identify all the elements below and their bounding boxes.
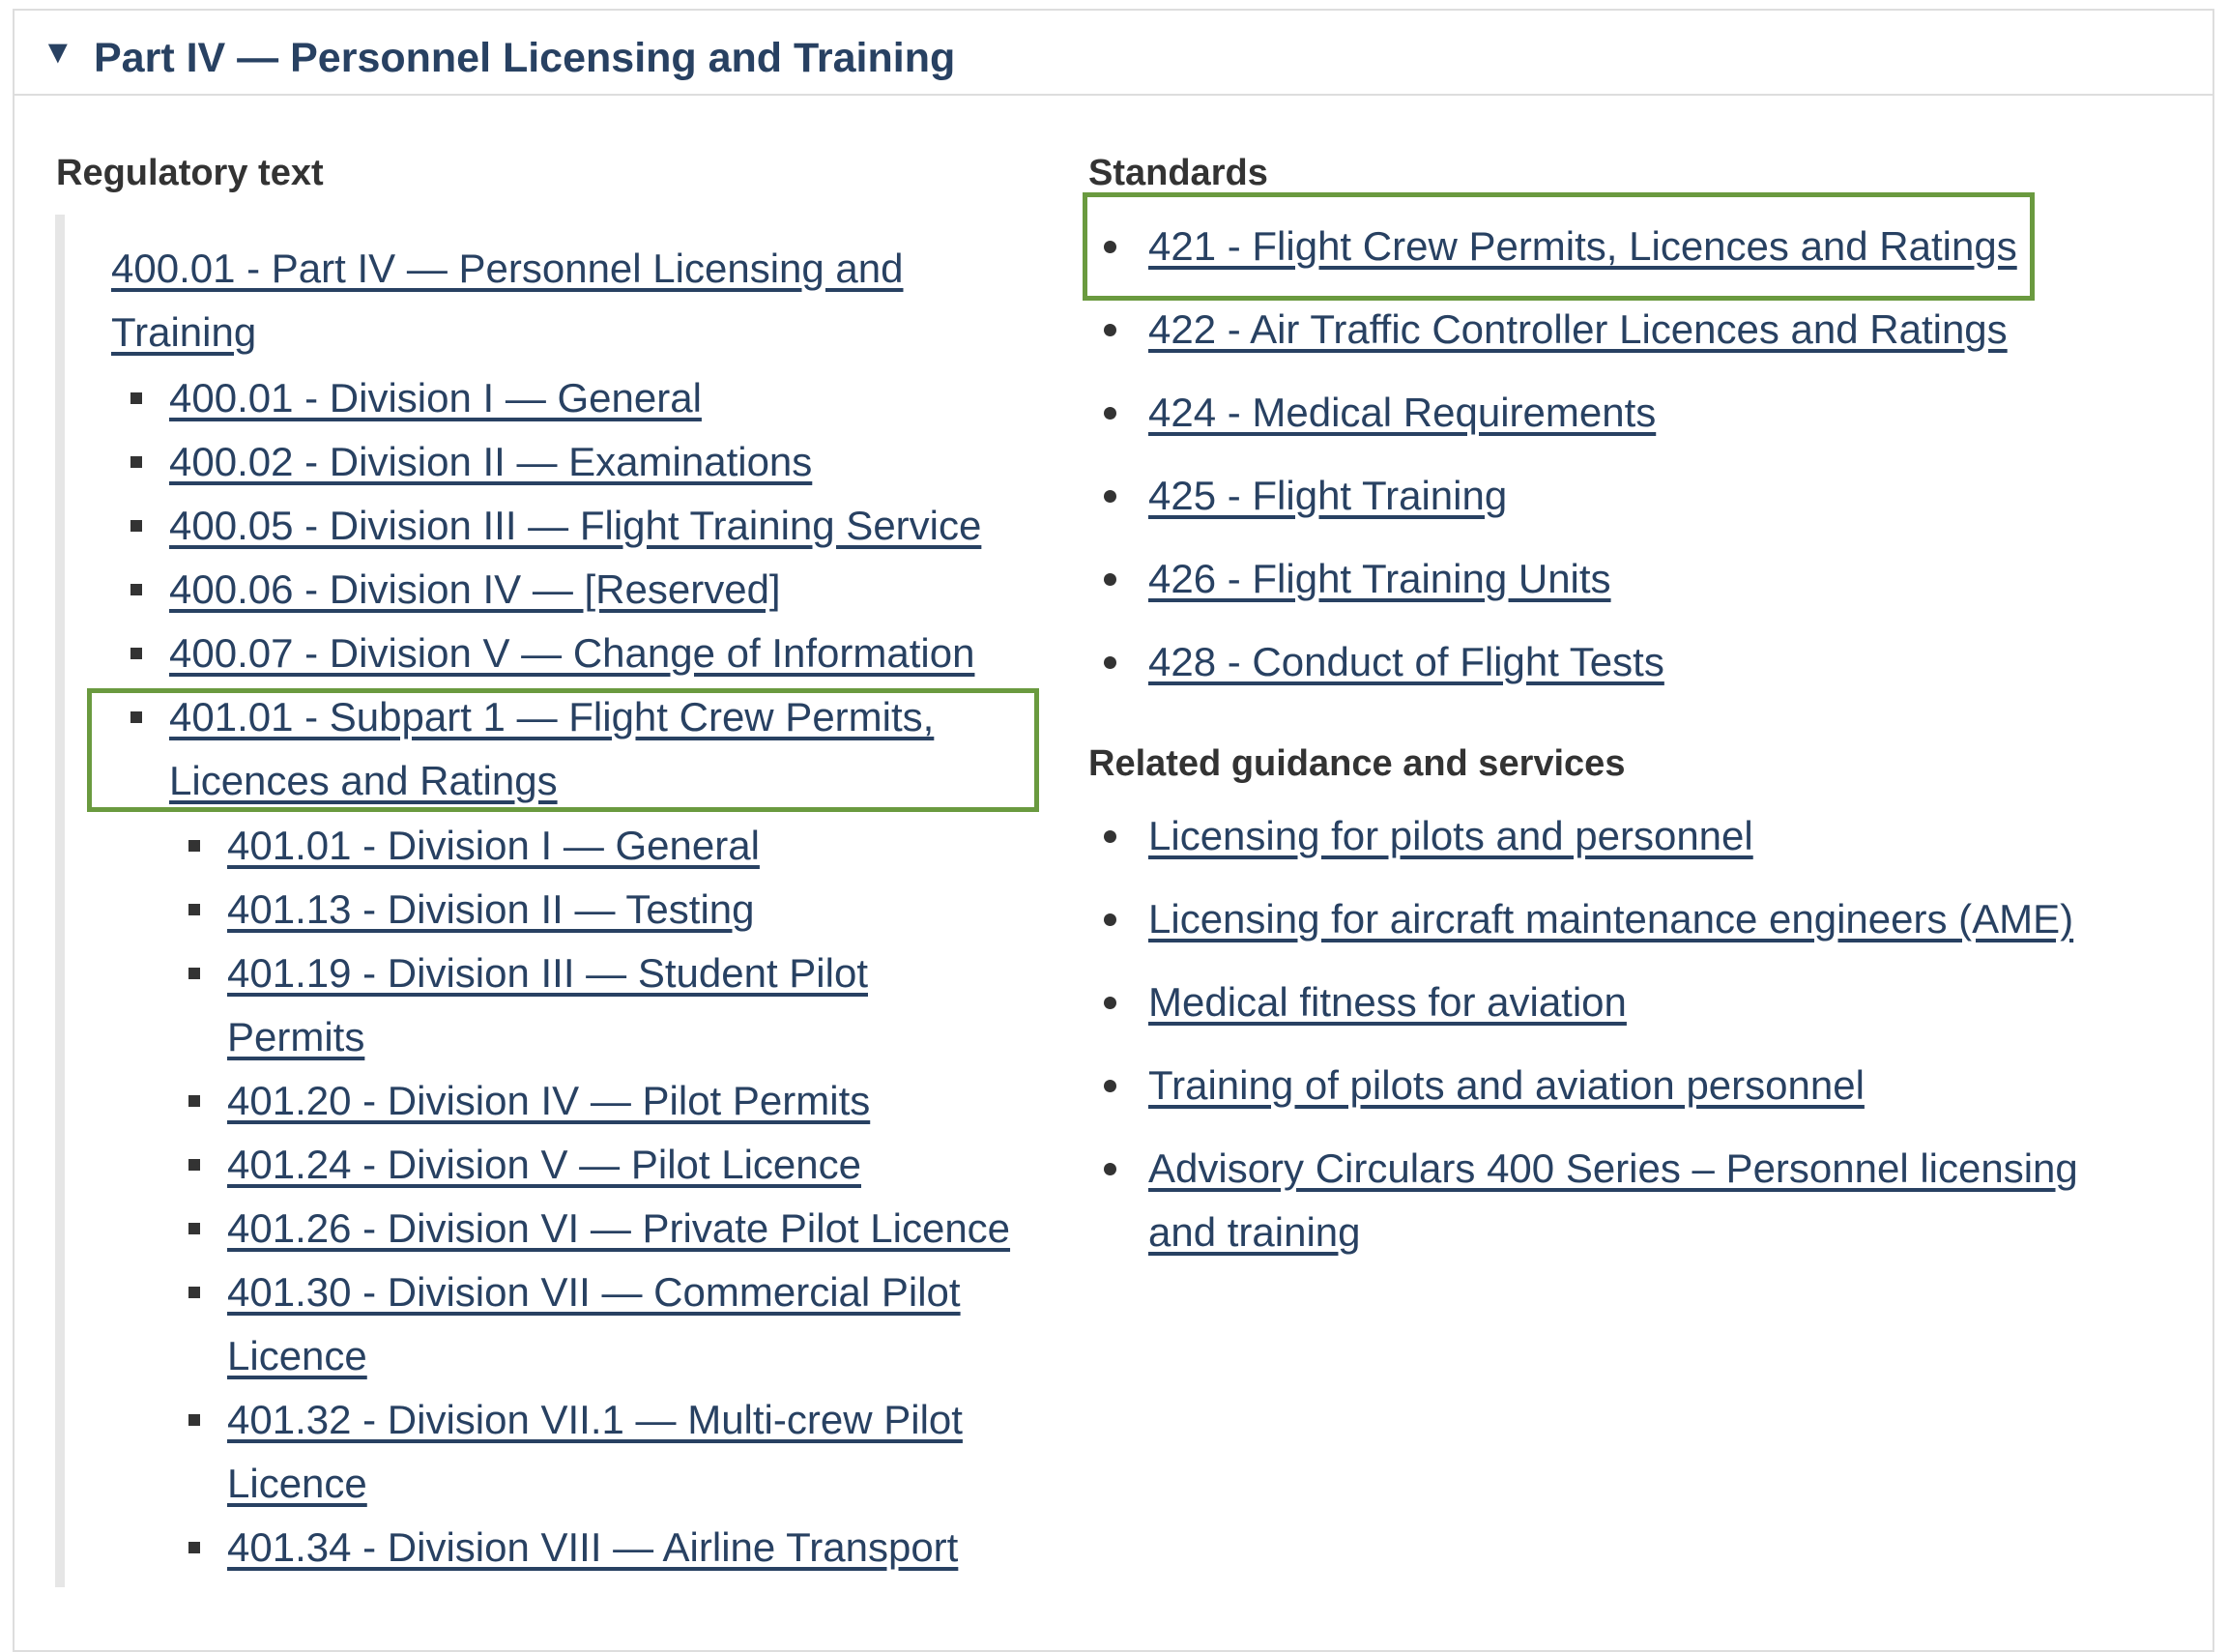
regulatory-link[interactable]: 401.13 - Division II — Testing bbox=[227, 886, 755, 932]
regulatory-link[interactable]: 401.19 - Division III — Student Pilot Pe… bbox=[227, 950, 868, 1059]
regulatory-link[interactable]: 400.07 - Division V — Change of Informat… bbox=[169, 630, 974, 676]
standards-link[interactable]: 426 - Flight Training Units bbox=[1148, 556, 1611, 601]
regulatory-link[interactable]: 401.34 - Division VIII — Airline Transpo… bbox=[227, 1524, 958, 1570]
square-bullet-icon bbox=[188, 1159, 200, 1171]
regulatory-text-heading: Regulatory text bbox=[56, 153, 324, 193]
guidance-link[interactable]: Medical fitness for aviation bbox=[1148, 979, 1627, 1025]
regulatory-list-item: 401.13 - Division II — Testing bbox=[227, 878, 1290, 942]
standards-list-item: 424 - Medical Requirements bbox=[1148, 381, 2192, 445]
guidance-link[interactable]: Training of pilots and aviation personne… bbox=[1148, 1062, 1865, 1108]
square-bullet-icon bbox=[130, 520, 142, 532]
accordion-title[interactable]: Part IV — Personnel Licensing and Traini… bbox=[94, 32, 955, 84]
standards-link[interactable]: 424 - Medical Requirements bbox=[1148, 390, 1656, 435]
guidance-list-item: Medical fitness for aviation bbox=[1148, 971, 2192, 1034]
regulatory-link[interactable]: 400.01 - Division I — General bbox=[169, 375, 702, 420]
square-bullet-icon bbox=[130, 456, 142, 468]
regulatory-link[interactable]: 401.20 - Division IV — Pilot Permits bbox=[227, 1078, 870, 1123]
square-bullet-icon bbox=[188, 1095, 200, 1107]
standards-list-item: 428 - Conduct of Flight Tests bbox=[1148, 630, 2192, 694]
regulatory-link[interactable]: 400.06 - Division IV — [Reserved] bbox=[169, 566, 781, 612]
regulatory-list-item: 401.30 - Division VII — Commercial Pilot… bbox=[227, 1261, 1000, 1388]
guidance-link[interactable]: Licensing for pilots and personnel bbox=[1148, 813, 1753, 858]
standards-list-item: 426 - Flight Training Units bbox=[1148, 547, 2192, 611]
disc-bullet-icon bbox=[1104, 490, 1116, 503]
regulatory-link[interactable]: 400.05 - Division III — Flight Training … bbox=[169, 503, 981, 548]
regulatory-list-item: 400.02 - Division II — Examinations bbox=[169, 430, 1232, 494]
guidance-link[interactable]: Licensing for aircraft maintenance engin… bbox=[1148, 896, 2073, 942]
regulatory-list-item: 401.19 - Division III — Student Pilot Pe… bbox=[227, 942, 962, 1069]
guidance-list-item: Licensing for aircraft maintenance engin… bbox=[1148, 887, 2192, 951]
disc-bullet-icon bbox=[1104, 407, 1116, 420]
disc-bullet-icon bbox=[1104, 573, 1116, 586]
regulatory-list-item: 401.26 - Division VI — Private Pilot Lic… bbox=[227, 1197, 1290, 1261]
standards-list-item: 422 - Air Traffic Controller Licences an… bbox=[1148, 298, 2192, 362]
highlight-box-standard-421 bbox=[1083, 192, 2035, 301]
regulatory-indent-bar bbox=[55, 215, 65, 1587]
disc-bullet-icon bbox=[1104, 1080, 1116, 1092]
highlight-box-subpart-1 bbox=[87, 688, 1039, 812]
related-guidance-heading: Related guidance and services bbox=[1088, 743, 1626, 784]
regulatory-list-item: 401.34 - Division VIII — Airline Transpo… bbox=[227, 1516, 1290, 1580]
disc-bullet-icon bbox=[1104, 656, 1116, 669]
square-bullet-icon bbox=[188, 1542, 200, 1553]
regulatory-list-item: 400.01 - Division I — General bbox=[169, 366, 1232, 430]
disc-bullet-icon bbox=[1104, 1163, 1116, 1175]
standards-heading: Standards bbox=[1088, 153, 1268, 193]
square-bullet-icon bbox=[188, 840, 200, 852]
standards-link[interactable]: 422 - Air Traffic Controller Licences an… bbox=[1148, 306, 2008, 352]
square-bullet-icon bbox=[188, 1414, 200, 1426]
guidance-link[interactable]: Advisory Circulars 400 Series – Personne… bbox=[1148, 1145, 2078, 1255]
square-bullet-icon bbox=[130, 648, 142, 659]
regulatory-link[interactable]: 401.26 - Division VI — Private Pilot Lic… bbox=[227, 1205, 1010, 1251]
standards-list-item: 425 - Flight Training bbox=[1148, 464, 2192, 528]
regulatory-link[interactable]: 400.02 - Division II — Examinations bbox=[169, 439, 812, 484]
regulatory-list-item: 400.01 - Part IV — Personnel Licensing a… bbox=[111, 237, 981, 364]
square-bullet-icon bbox=[188, 904, 200, 915]
regulatory-list-item: 401.20 - Division IV — Pilot Permits bbox=[227, 1069, 1290, 1133]
regulatory-link[interactable]: 401.32 - Division VII.1 — Multi-crew Pil… bbox=[227, 1397, 963, 1506]
regulatory-list-item: 400.06 - Division IV — [Reserved] bbox=[169, 558, 1232, 622]
disc-bullet-icon bbox=[1104, 913, 1116, 926]
square-bullet-icon bbox=[188, 968, 200, 979]
accordion-summary[interactable]: ▼ Part IV — Personnel Licensing and Trai… bbox=[14, 11, 2213, 96]
regulatory-list-item: 401.32 - Division VII.1 — Multi-crew Pil… bbox=[227, 1388, 1000, 1516]
guidance-list-item: Advisory Circulars 400 Series – Personne… bbox=[1148, 1137, 2115, 1264]
disc-bullet-icon bbox=[1104, 997, 1116, 1009]
square-bullet-icon bbox=[130, 392, 142, 404]
regulatory-link[interactable]: 401.01 - Division I — General bbox=[227, 823, 760, 868]
regulatory-list-item: 400.05 - Division III — Flight Training … bbox=[169, 494, 1232, 558]
regulatory-list-item: 401.01 - Division I — General bbox=[227, 814, 1290, 878]
disc-bullet-icon bbox=[1104, 830, 1116, 843]
standards-link[interactable]: 425 - Flight Training bbox=[1148, 473, 1507, 518]
regulatory-link[interactable]: 401.30 - Division VII — Commercial Pilot… bbox=[227, 1269, 961, 1378]
standards-link[interactable]: 428 - Conduct of Flight Tests bbox=[1148, 639, 1664, 684]
regulatory-link[interactable]: 400.01 - Part IV — Personnel Licensing a… bbox=[111, 246, 904, 355]
square-bullet-icon bbox=[188, 1223, 200, 1234]
guidance-list-item: Training of pilots and aviation personne… bbox=[1148, 1054, 2192, 1117]
square-bullet-icon bbox=[188, 1287, 200, 1298]
regulatory-list-item: 401.24 - Division V — Pilot Licence bbox=[227, 1133, 1290, 1197]
square-bullet-icon bbox=[130, 584, 142, 595]
regulatory-link[interactable]: 401.24 - Division V — Pilot Licence bbox=[227, 1142, 861, 1187]
guidance-list-item: Licensing for pilots and personnel bbox=[1148, 804, 2192, 868]
regulatory-list-item: 400.07 - Division V — Change of Informat… bbox=[169, 622, 1232, 685]
triangle-down-icon[interactable]: ▼ bbox=[42, 33, 74, 72]
disc-bullet-icon bbox=[1104, 324, 1116, 336]
